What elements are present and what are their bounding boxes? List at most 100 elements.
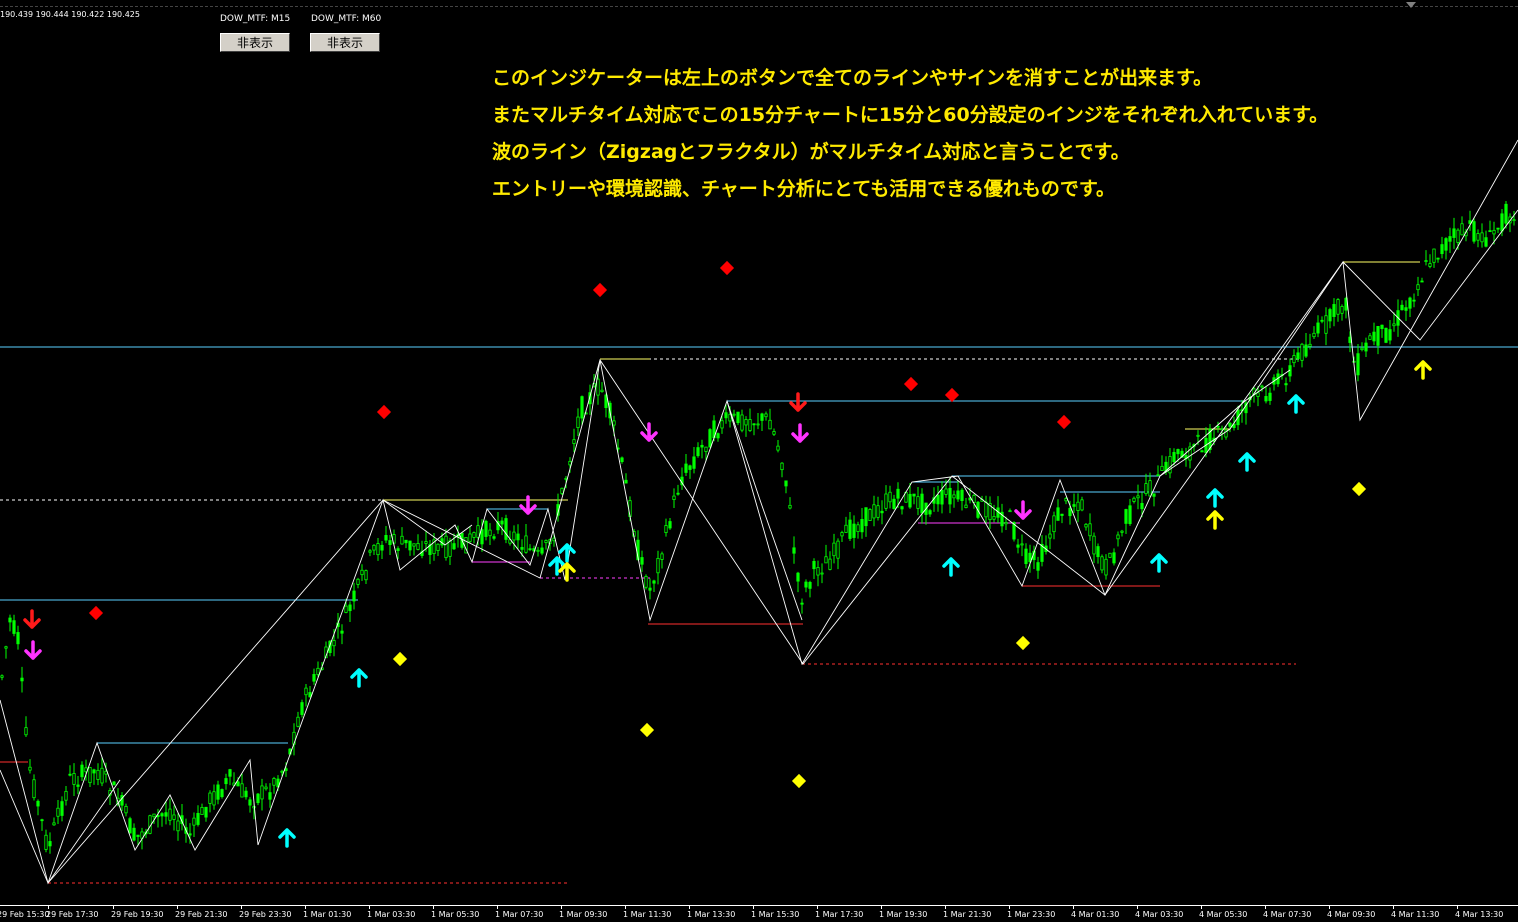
candle-body	[1372, 331, 1376, 342]
candle-body	[512, 531, 516, 541]
candle-body	[1020, 543, 1024, 546]
candle-body	[1064, 498, 1068, 502]
candle-body	[20, 677, 24, 682]
buy-arrow-icon	[278, 828, 296, 848]
candle-body	[1484, 237, 1488, 247]
buy-arrow-icon	[1414, 360, 1432, 380]
candle-body	[204, 806, 208, 818]
candle-body	[88, 767, 92, 784]
candle-body	[384, 535, 388, 541]
candle-body	[1300, 343, 1304, 361]
chart-shift-marker-icon[interactable]	[1406, 2, 1416, 8]
candle-body	[816, 567, 820, 576]
candle-body	[264, 786, 268, 790]
candle-body	[1104, 558, 1108, 576]
hide-m15-button[interactable]: 非表示	[220, 33, 290, 52]
candle-body	[404, 539, 408, 544]
candle-body	[1152, 493, 1156, 497]
candle-body	[940, 489, 944, 505]
candle-body	[4, 646, 8, 649]
candle-body	[928, 510, 932, 515]
diamond-marker-icon	[376, 404, 392, 420]
candle-body	[1160, 465, 1164, 471]
time-axis-label: 4 Mar 01:30	[1071, 910, 1120, 919]
candle-body	[268, 792, 272, 800]
candle-body	[124, 806, 128, 814]
candle-body	[752, 423, 756, 426]
candle-body	[1216, 425, 1220, 428]
candle-body	[1024, 548, 1028, 565]
candle-body	[544, 540, 548, 543]
time-axis-tick	[1457, 906, 1458, 909]
candle-body	[56, 807, 60, 817]
hide-m60-button[interactable]: 非表示	[310, 33, 380, 52]
candle-body	[648, 587, 652, 591]
time-axis-tick	[305, 906, 306, 909]
candle-body	[620, 457, 624, 462]
candle-body	[652, 580, 656, 584]
candle-body	[1436, 257, 1440, 260]
candle-body	[1500, 213, 1504, 232]
candle-body	[272, 778, 276, 786]
candle-body	[200, 807, 204, 816]
candle-body	[1268, 392, 1272, 401]
candle-body	[540, 547, 544, 554]
candle-body	[896, 488, 900, 499]
candle-body	[520, 547, 524, 550]
diamond-marker-icon	[791, 773, 807, 789]
candle-body	[216, 784, 220, 800]
candle-body	[168, 808, 172, 821]
candle-body	[1412, 299, 1416, 302]
candle-body	[780, 462, 784, 471]
candle-body	[400, 535, 404, 545]
time-axis-label: 4 Mar 13:30	[1455, 910, 1504, 919]
time-axis-tick	[369, 906, 370, 909]
candle-body	[1328, 309, 1332, 322]
candle-body	[448, 540, 452, 557]
time-axis-tick	[1137, 906, 1138, 909]
candle-body	[164, 812, 168, 817]
candle-body	[1420, 280, 1424, 283]
arrow-shape	[1238, 452, 1256, 472]
candle-body	[316, 667, 320, 675]
candle-body	[708, 429, 712, 448]
candle-body	[368, 550, 372, 553]
candle-body	[696, 447, 700, 457]
candle-body	[300, 702, 304, 715]
candle-body	[672, 495, 676, 500]
candle-body	[808, 581, 812, 589]
candle-body	[956, 490, 960, 500]
candle-body	[1504, 203, 1508, 224]
arrow-shape	[1414, 360, 1432, 380]
candle-body	[36, 800, 40, 807]
candle-body	[916, 496, 920, 509]
candle-body	[688, 465, 692, 470]
candle-body	[516, 533, 520, 541]
arrow-shape	[1150, 553, 1168, 573]
buy-arrow-icon	[558, 543, 576, 563]
buy-arrow-icon	[1238, 452, 1256, 472]
time-axis-label: 4 Mar 05:30	[1199, 910, 1248, 919]
candle-body	[488, 529, 492, 537]
candle-body	[644, 576, 648, 588]
candle-body	[1036, 562, 1040, 571]
candle-body	[1176, 449, 1180, 455]
time-axis-tick	[241, 906, 242, 909]
candle-body	[572, 439, 576, 444]
candle-body	[332, 640, 336, 647]
candle-body	[684, 463, 688, 473]
time-axis-label: 29 Feb 19:30	[111, 910, 164, 919]
candle-body	[756, 423, 760, 426]
candle-body	[1472, 221, 1476, 242]
candle-body	[240, 783, 244, 798]
candle-body	[856, 524, 860, 532]
candle-body	[1308, 343, 1312, 347]
candle-body	[72, 773, 76, 785]
candle-body	[720, 420, 724, 429]
candle-body	[188, 833, 192, 836]
candle-body	[416, 543, 420, 550]
candle-body	[504, 518, 508, 540]
candle-body	[220, 789, 224, 798]
candle-body	[892, 498, 896, 509]
candle-body	[1072, 504, 1076, 507]
